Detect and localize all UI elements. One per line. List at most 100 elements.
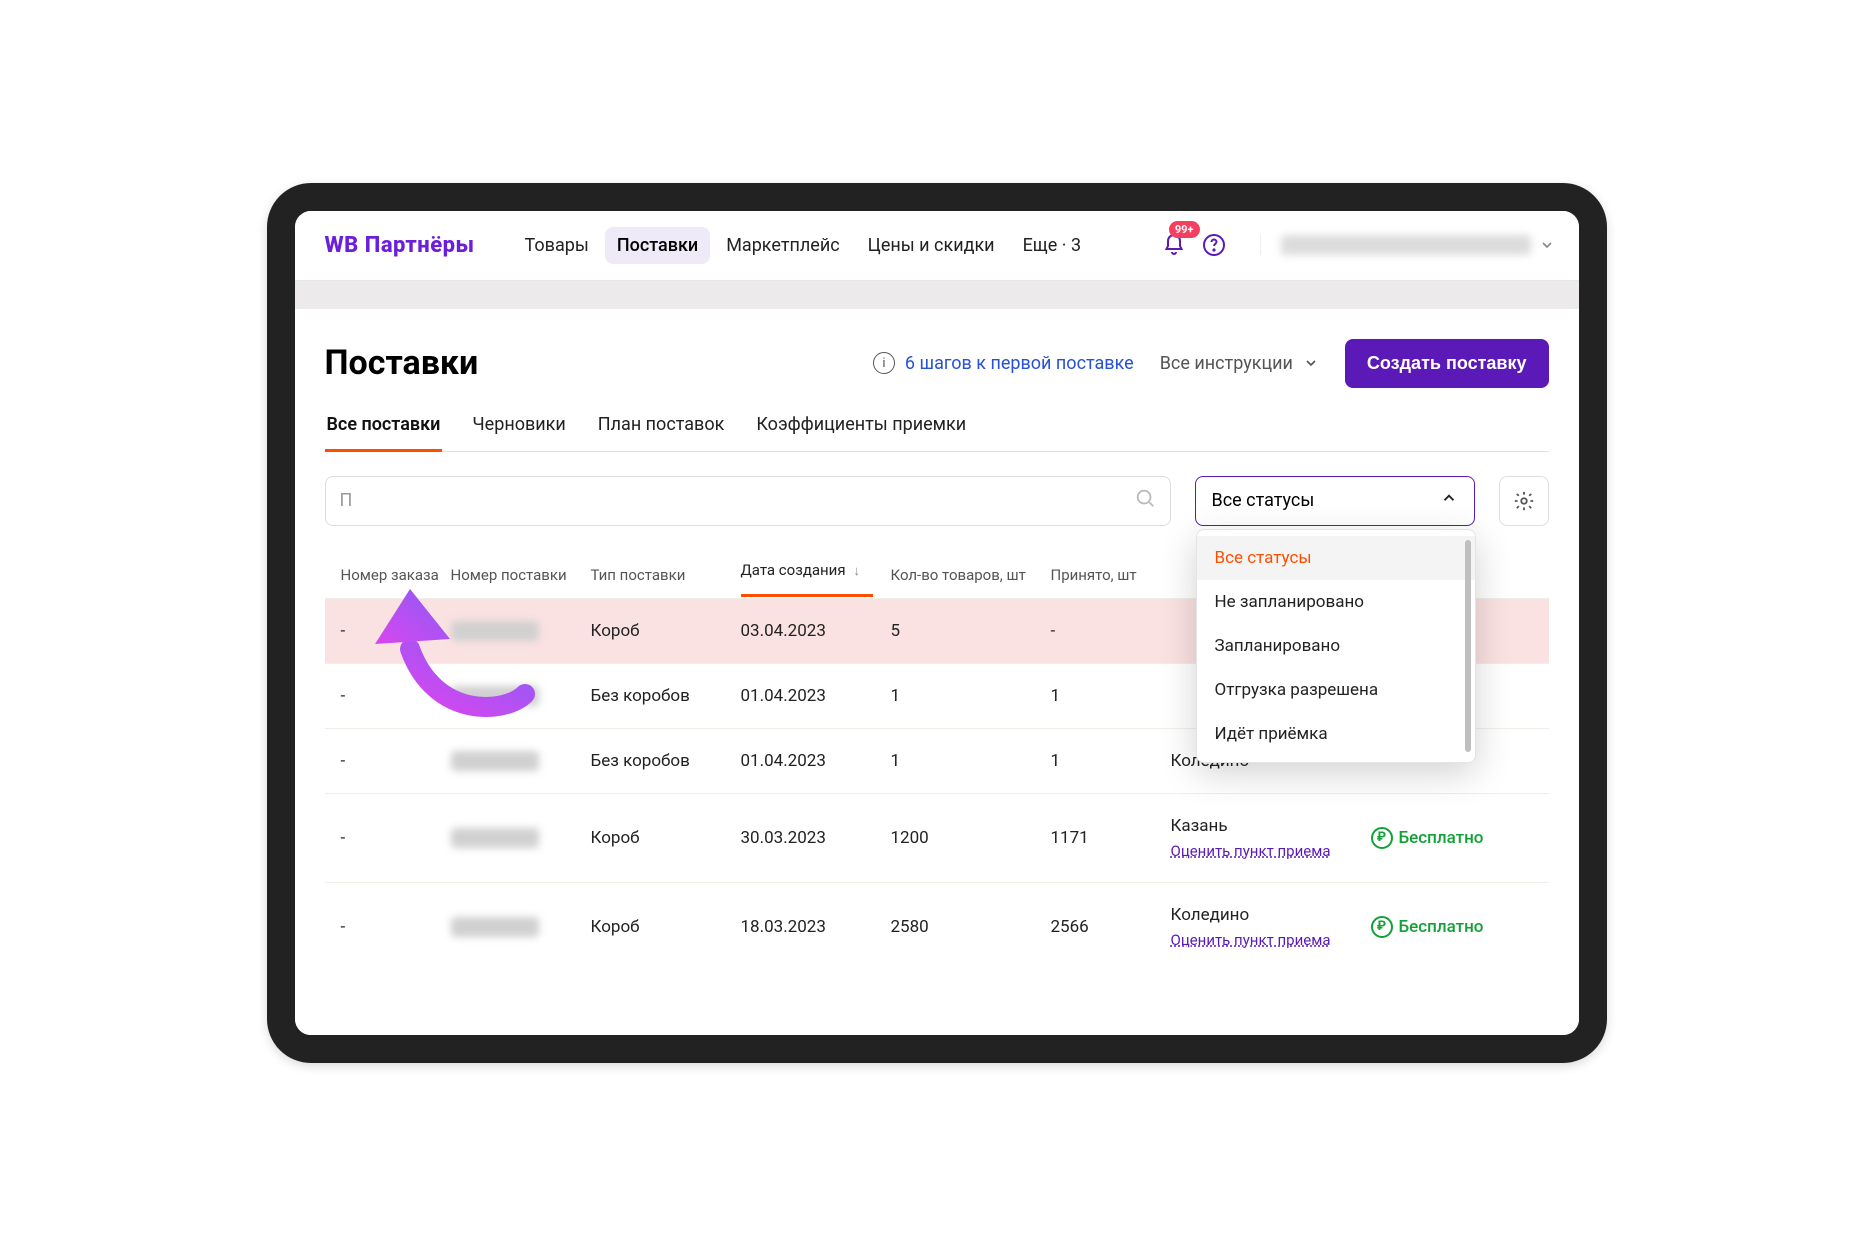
cell-type: Без коробов (591, 751, 741, 771)
grey-subheader-bar (295, 281, 1579, 309)
first-supply-help-link[interactable]: i 6 шагов к первой поставке (873, 352, 1134, 374)
page-content: Поставки i 6 шагов к первой поставке Все… (295, 309, 1579, 971)
instructions-dropdown[interactable]: Все инструкции (1160, 353, 1319, 374)
rate-point-link[interactable]: Оценить пункт приема (1171, 842, 1371, 860)
cell-coef: ₽ Бесплатно (1371, 827, 1521, 849)
cell-order: - (341, 686, 451, 706)
cell-date: 01.04.2023 (741, 686, 891, 706)
table-row[interactable]: - Короб 18.03.2023 2580 2566 Коледино Оц… (325, 882, 1549, 971)
search-placeholder-text: П (340, 490, 353, 511)
cell-accepted: 1171 (1051, 828, 1171, 848)
tabs: Все поставки Черновики План поставок Коэ… (325, 414, 1549, 452)
cell-type: Без коробов (591, 686, 741, 706)
blurred-value (451, 686, 539, 706)
nav-item-supplies[interactable]: Поставки (605, 227, 710, 264)
help-button[interactable] (1194, 225, 1234, 265)
filters-row: П Все статусы Все статусы Не з (325, 476, 1549, 526)
cell-type: Короб (591, 917, 741, 937)
top-nav: WB Партнёры Товары Поставки Маркетплейс … (295, 211, 1579, 281)
help-link-text: 6 шагов к первой поставке (905, 353, 1134, 374)
nav-item-prices[interactable]: Цены и скидки (856, 227, 1007, 264)
search-input[interactable]: П (325, 476, 1171, 526)
cell-qty: 1 (891, 686, 1051, 706)
nav-items: Товары Поставки Маркетплейс Цены и скидк… (513, 227, 1094, 264)
tab-all-supplies[interactable]: Все поставки (325, 414, 443, 451)
cell-supply (451, 751, 591, 771)
cell-destination: Казань Оценить пункт приема (1171, 816, 1371, 860)
chevron-up-icon (1440, 489, 1458, 512)
cell-supply (451, 621, 591, 641)
nav-item-marketplace[interactable]: Маркетплейс (714, 227, 851, 264)
cell-date: 30.03.2023 (741, 828, 891, 848)
th-created-date[interactable]: Дата создания ↓ (741, 561, 891, 589)
cell-type: Короб (591, 828, 741, 848)
status-option-planned[interactable]: Запланировано (1197, 624, 1475, 668)
th-supply-number[interactable]: Номер поставки (451, 566, 591, 584)
status-option-not-planned[interactable]: Не запланировано (1197, 580, 1475, 624)
cell-accepted: - (1051, 621, 1171, 641)
status-option-shipping-allowed[interactable]: Отгрузка разрешена (1197, 668, 1475, 712)
info-icon: i (873, 352, 895, 374)
cell-qty: 2580 (891, 917, 1051, 937)
cell-accepted: 1 (1051, 686, 1171, 706)
th-qty[interactable]: Кол-во товаров, шт (891, 566, 1051, 584)
cell-coef: ₽ Бесплатно (1371, 916, 1521, 938)
chevron-down-icon (1539, 237, 1555, 253)
dest-name: Коледино (1171, 905, 1371, 925)
page-title: Поставки (325, 343, 479, 383)
brand-logo: WB Партнёры (325, 233, 475, 258)
status-filter-dropdown[interactable]: Все статусы Все статусы Не запланировано… (1195, 476, 1475, 526)
th-supply-type[interactable]: Тип поставки (591, 566, 741, 584)
status-dropdown-panel: Все статусы Не запланировано Запланирова… (1196, 529, 1476, 763)
th-created-date-label: Дата создания (741, 561, 846, 579)
cell-qty: 5 (891, 621, 1051, 641)
app-screen: WB Партнёры Товары Поставки Маркетплейс … (295, 211, 1579, 1035)
dropdown-scrollbar[interactable] (1465, 540, 1471, 752)
cell-order: - (341, 751, 451, 771)
user-menu[interactable] (1260, 235, 1555, 255)
th-accepted[interactable]: Принято, шт (1051, 566, 1171, 584)
cell-accepted: 1 (1051, 751, 1171, 771)
th-order-number[interactable]: Номер заказа (341, 566, 451, 584)
cell-date: 18.03.2023 (741, 917, 891, 937)
cell-supply (451, 686, 591, 706)
status-filter-label: Все статусы (1212, 490, 1315, 511)
cell-qty: 1200 (891, 828, 1051, 848)
tab-drafts[interactable]: Черновики (470, 414, 567, 451)
tablet-frame: WB Партнёры Товары Поставки Маркетплейс … (267, 183, 1607, 1063)
status-option-accepting[interactable]: Идёт приёмка (1197, 712, 1475, 756)
cell-order: - (341, 621, 451, 641)
cell-supply (451, 917, 591, 937)
nav-item-goods[interactable]: Товары (513, 227, 601, 264)
table-row[interactable]: - Короб 30.03.2023 1200 1171 Казань Оцен… (325, 793, 1549, 882)
cell-accepted: 2566 (1051, 917, 1171, 937)
cell-destination: Коледино Оценить пункт приема (1171, 905, 1371, 949)
cell-order: - (341, 828, 451, 848)
tab-coefficients[interactable]: Коэффициенты приемки (754, 414, 968, 451)
ruble-icon: ₽ (1371, 827, 1393, 849)
cell-supply (451, 828, 591, 848)
blurred-value (451, 917, 539, 937)
cell-order: - (341, 917, 451, 937)
nav-item-more[interactable]: Еще · 3 (1011, 227, 1094, 264)
chevron-down-icon (1303, 355, 1319, 371)
gear-icon (1513, 490, 1535, 512)
status-option-all[interactable]: Все статусы (1197, 536, 1475, 580)
cell-date: 01.04.2023 (741, 751, 891, 771)
ruble-icon: ₽ (1371, 916, 1393, 938)
create-supply-button[interactable]: Создать поставку (1345, 339, 1549, 388)
table-settings-button[interactable] (1499, 476, 1549, 526)
sort-desc-icon: ↓ (853, 564, 860, 579)
instructions-label: Все инструкции (1160, 353, 1293, 374)
page-header: Поставки i 6 шагов к первой поставке Все… (325, 339, 1549, 388)
rate-point-link[interactable]: Оценить пункт приема (1171, 931, 1371, 949)
user-name-blurred (1281, 235, 1531, 255)
blurred-value (451, 751, 539, 771)
cell-date: 03.04.2023 (741, 621, 891, 641)
cell-qty: 1 (891, 751, 1051, 771)
notifications-button[interactable]: 99+ (1154, 225, 1194, 265)
tab-plan[interactable]: План поставок (596, 414, 727, 451)
blurred-value (451, 828, 539, 848)
blurred-value (451, 621, 539, 641)
dest-name: Казань (1171, 816, 1371, 836)
